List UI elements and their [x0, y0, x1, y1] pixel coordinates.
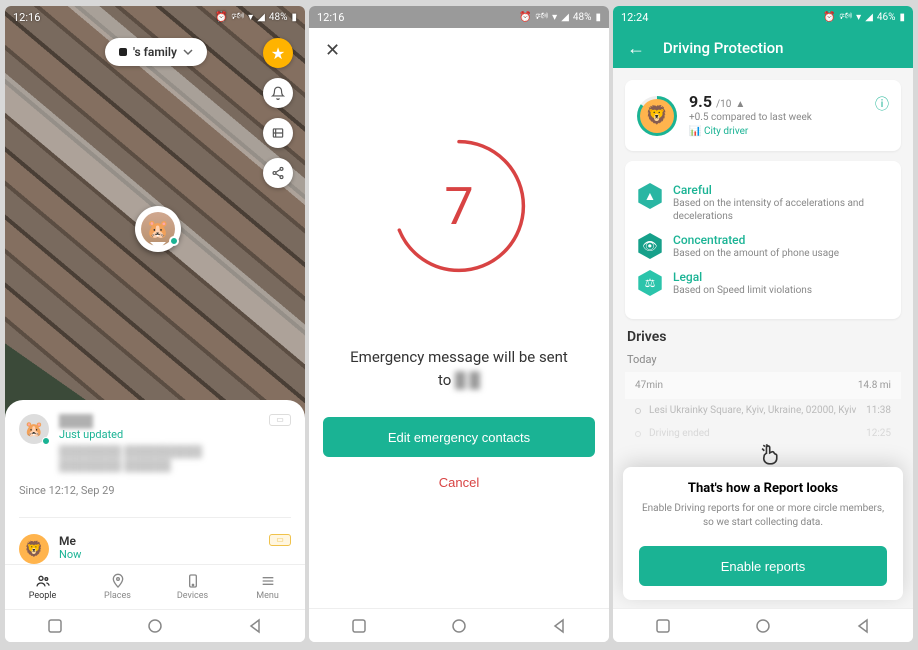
score-avatar: 🦁 — [637, 96, 677, 136]
member-name: ████ — [59, 414, 259, 428]
close-icon[interactable]: ✕ — [325, 40, 340, 61]
traits-card: ▲ Careful Based on the intensity of acce… — [625, 161, 901, 319]
battery-badge: ▭ — [269, 414, 291, 426]
status-time: 12:16 — [317, 11, 344, 24]
tab-menu[interactable]: Menu — [230, 565, 305, 609]
share-button[interactable] — [263, 158, 293, 188]
back-icon[interactable]: ← — [627, 38, 645, 59]
tab-devices[interactable]: Devices — [155, 565, 230, 609]
member-status: Just updated — [59, 428, 259, 441]
score-value: 9.5 /10 ▲ — [689, 92, 812, 111]
status-right: ⏰🕬▾◢ 46%▮ — [823, 9, 905, 26]
home-key[interactable] — [450, 617, 468, 635]
back-key[interactable] — [550, 617, 568, 635]
status-right: ⏰🕬▾◢ 48%▮ — [215, 9, 297, 26]
trait-row: 👁 Concentrated Based on the amount of ph… — [637, 233, 889, 260]
status-bar: 12:16 ⏰🕬▾◢ 48%▮ — [309, 6, 609, 28]
android-nav-bar — [613, 608, 913, 642]
tab-places[interactable]: Places — [80, 565, 155, 609]
recent-apps-key[interactable] — [654, 617, 672, 635]
status-bar: 12:24 ⏰🕬▾◢ 46%▮ — [613, 6, 913, 28]
page-title: Driving Protection — [663, 39, 784, 57]
back-key[interactable] — [854, 617, 872, 635]
route-row: Lesi Ukrainky Square, Kyiv, Ukraine, 020… — [625, 399, 901, 422]
app-header: ← Driving Protection — [613, 28, 913, 68]
home-key[interactable] — [754, 617, 772, 635]
recent-apps-key[interactable] — [46, 617, 64, 635]
drives-header: Drives — [627, 329, 899, 345]
overlay-desc: Enable Driving reports for one or more c… — [639, 502, 887, 530]
trait-row: ⚖ Legal Based on Speed limit violations — [637, 270, 889, 297]
list-item[interactable]: 🐹 ████ Just updated ████████ ██████████ … — [19, 414, 291, 474]
countdown-spinner: 7 — [389, 136, 529, 276]
score-card: 🦁 9.5 /10 ▲ +0.5 compared to last week 📊… — [625, 80, 901, 151]
android-nav-bar — [309, 608, 609, 642]
map[interactable]: 's family ★ 🐹 — [5, 6, 305, 418]
screen-map: 12:16 ⏰🕬▾◢ 48%▮ 's family ★ — [5, 6, 305, 642]
map-style-button[interactable] — [263, 118, 293, 148]
trait-row: ▲ Careful Based on the intensity of acce… — [637, 183, 889, 223]
avatar-icon: 🦁 — [19, 534, 49, 564]
tab-bar: People Places Devices Menu — [5, 564, 305, 609]
member-pin[interactable]: 🐹 — [135, 206, 181, 252]
enable-reports-button[interactable]: Enable reports — [639, 546, 887, 586]
android-nav-bar — [5, 609, 305, 642]
overlay-title: That's how a Report looks — [639, 481, 887, 496]
star-button[interactable]: ★ — [263, 38, 293, 68]
drives-today-label: Today — [627, 353, 899, 366]
info-icon[interactable]: ⓘ — [875, 94, 889, 114]
back-key[interactable] — [246, 617, 264, 635]
battery-badge: ▭ — [269, 534, 291, 546]
screen-driving: 12:24 ⏰🕬▾◢ 46%▮ ← Driving Protection 🦁 9… — [613, 6, 913, 642]
tab-people[interactable]: People — [5, 565, 80, 609]
online-indicator — [169, 236, 179, 246]
status-bar: 12:16 ⏰🕬▾◢ 48%▮ — [5, 6, 305, 28]
member-name: Me — [59, 534, 259, 548]
family-chip[interactable]: 's family — [105, 38, 207, 66]
trait-icon: ▲ — [637, 183, 663, 209]
recent-apps-key[interactable] — [350, 617, 368, 635]
status-time: 12:24 — [621, 11, 648, 24]
screen-emergency: 12:16 ⏰🕬▾◢ 48%▮ ✕ 7 Emergency message wi… — [309, 6, 609, 642]
since-label: Since 12:12, Sep 29 — [19, 484, 291, 497]
avatar-icon: 🐹 — [19, 414, 49, 444]
home-key[interactable] — [146, 617, 164, 635]
score-delta: +0.5 compared to last week — [689, 111, 812, 125]
member-status: Now — [59, 548, 259, 561]
notifications-button[interactable] — [263, 78, 293, 108]
member-address: ████████ ██████████ ████████ ██████ — [59, 445, 259, 474]
trait-icon: 👁 — [637, 233, 663, 259]
score-tag: 📊 City driver — [689, 126, 748, 137]
family-chip-label: 's family — [133, 45, 177, 59]
status-time: 12:16 — [13, 11, 40, 24]
status-right: ⏰🕬▾◢ 48%▮ — [519, 9, 601, 26]
list-item[interactable]: 🦁 Me Now ▭ — [19, 534, 291, 564]
enable-reports-overlay: That's how a Report looks Enable Driving… — [623, 467, 903, 600]
trait-icon: ⚖ — [637, 270, 663, 296]
pointer-icon — [758, 441, 784, 473]
emergency-content: ✕ 7 Emergency message will be sent to █ … — [309, 28, 609, 608]
emergency-message: Emergency message will be sent to █ █ — [350, 346, 568, 391]
cancel-button[interactable]: Cancel — [439, 475, 479, 490]
drive-summary-row[interactable]: 47min 14.8 mi — [625, 372, 901, 399]
bottom-sheet[interactable]: 🐹 ████ Just updated ████████ ██████████ … — [5, 400, 305, 564]
driving-body: 🦁 9.5 /10 ▲ +0.5 compared to last week 📊… — [613, 68, 913, 608]
edit-contacts-button[interactable]: Edit emergency contacts — [323, 417, 595, 457]
